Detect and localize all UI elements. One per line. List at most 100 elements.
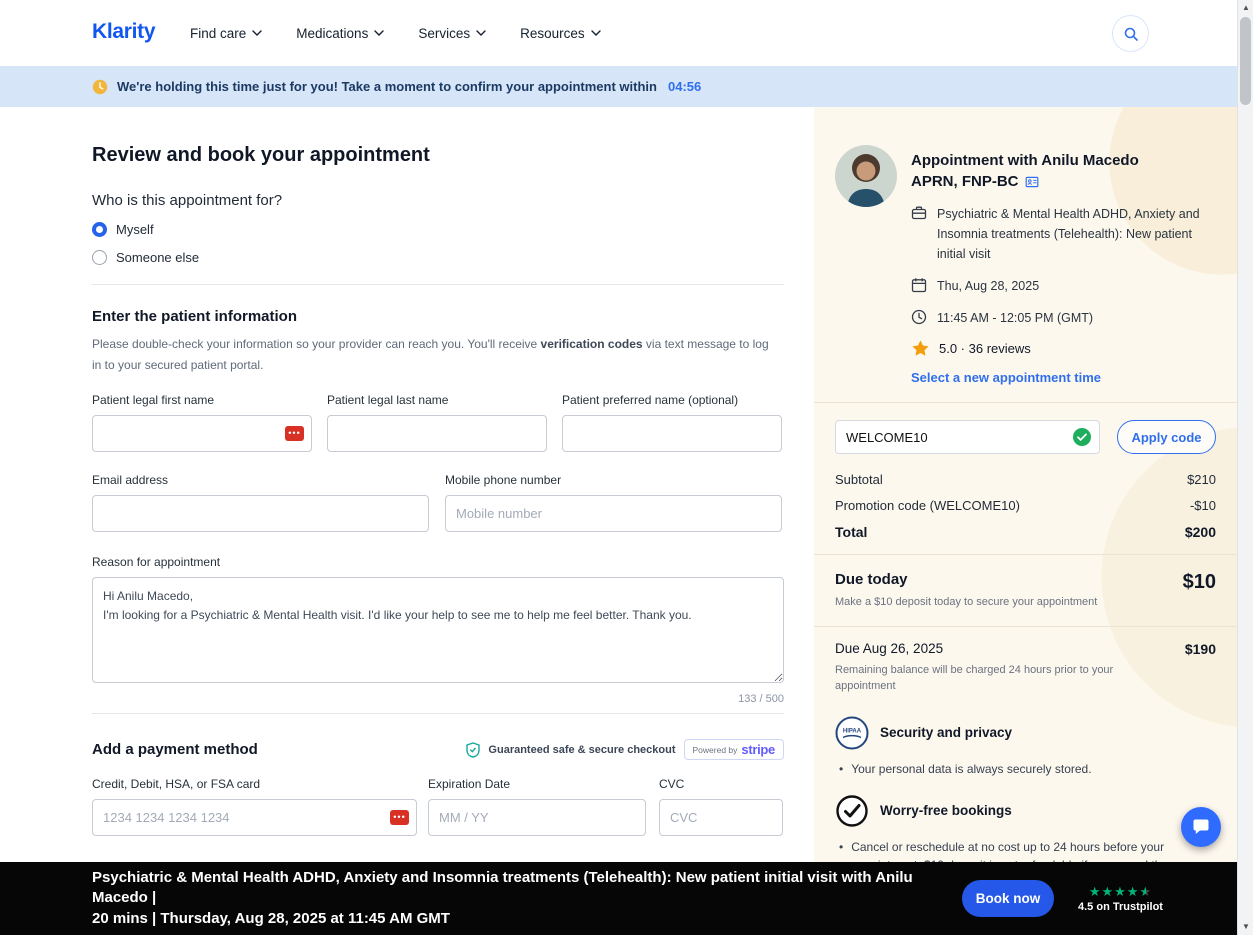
total-value: $200	[1184, 524, 1216, 540]
cvc-input[interactable]	[659, 799, 783, 836]
nav-item-services[interactable]: Services	[418, 26, 486, 41]
banner-countdown: 04:56	[667, 79, 702, 94]
email-input[interactable]	[92, 495, 429, 532]
apply-code-button[interactable]: Apply code	[1117, 420, 1216, 454]
sidebar-divider	[814, 625, 1237, 627]
provider-photo	[835, 145, 897, 207]
appointment-title: Appointment with Anilu Macedo APRN, FNP-…	[911, 150, 1216, 192]
price-breakdown: Subtotal $210 Promotion code (WELCOME10)…	[835, 472, 1216, 540]
chevron-down-icon	[476, 30, 486, 36]
footer-summary-line2: 20 mins | Thursday, Aug 28, 2025 at 11:4…	[92, 909, 450, 927]
due-today-note: Make a $10 deposit today to secure your …	[835, 596, 1098, 608]
password-manager-extension-icon[interactable]: •••	[285, 426, 304, 441]
worry-free-bullet-1: • Cancel or reschedule at no cost up to …	[835, 838, 1216, 862]
date-row: Thu, Aug 28, 2025	[911, 276, 1216, 296]
briefcase-icon	[911, 206, 927, 220]
radio-unselected-icon[interactable]	[92, 250, 107, 265]
promo-valid-check-icon	[1073, 428, 1091, 446]
hold-timer-banner: We're holding this time just for you! Ta…	[0, 66, 1253, 107]
bullet-dot: •	[839, 839, 844, 854]
security-bullet-text: Your personal data is always securely st…	[851, 761, 1092, 776]
stripe-badge: Powered by stripe	[683, 739, 784, 760]
worry-free-bullet-text: Cancel or reschedule at no cost up to 24…	[851, 839, 1168, 862]
due-today-block: Due today Make a $10 deposit today to se…	[835, 571, 1216, 611]
last-name-label: Patient legal last name	[327, 393, 449, 407]
rating-text: 5.0 · 36 reviews	[939, 341, 1031, 356]
security-privacy-section: HIPAA Security and privacy • Your person…	[835, 716, 1216, 778]
expiry-label: Expiration Date	[428, 777, 511, 791]
scrollbar-thumb[interactable]	[1240, 17, 1251, 105]
nav-item-find-care[interactable]: Find care	[190, 26, 262, 41]
nav-label: Find care	[190, 25, 247, 41]
secure-checkout-badge: Guaranteed safe & secure checkout Powere…	[466, 739, 784, 760]
phone-input[interactable]	[445, 495, 782, 532]
book-now-button[interactable]: Book now	[962, 880, 1054, 917]
chat-launcher-button[interactable]	[1181, 807, 1221, 847]
expiry-input[interactable]	[428, 799, 646, 836]
klarity-logo[interactable]: Klarity	[92, 20, 156, 44]
shield-icon	[466, 741, 481, 758]
stripe-prefix: Powered by	[692, 744, 738, 755]
chevron-down-icon	[252, 30, 262, 36]
search-button[interactable]	[1112, 15, 1149, 52]
page-scrollbar[interactable]: ▲ ▼	[1237, 0, 1253, 935]
radio-label: Someone else	[116, 250, 200, 265]
promo-discount-label: Promotion code (WELCOME10)	[835, 498, 1020, 513]
who-for-heading: Who is this appointment for?	[92, 192, 283, 209]
nav-label: Services	[418, 25, 471, 41]
reason-label: Reason for appointment	[92, 555, 221, 569]
hipaa-badge-icon: HIPAA	[835, 716, 869, 750]
nav-item-medications[interactable]: Medications	[296, 26, 385, 41]
section-divider	[92, 284, 784, 285]
security-bullet: • Your personal data is always securely …	[835, 760, 1216, 778]
section-divider	[92, 713, 784, 714]
appointment-summary-panel: Appointment with Anilu Macedo APRN, FNP-…	[814, 107, 1237, 862]
id-badge-icon	[1025, 176, 1038, 187]
card-number-input[interactable]	[92, 799, 417, 836]
radio-selected-icon[interactable]	[92, 222, 107, 237]
trustpilot-text: 4.5 on Trustpilot	[1078, 900, 1163, 913]
nav-item-resources[interactable]: Resources	[520, 26, 601, 41]
security-heading: Security and privacy	[880, 725, 1013, 741]
cvc-label: CVC	[659, 777, 685, 791]
footer-summary: Psychiatric & Mental Health ADHD, Anxiet…	[92, 868, 944, 929]
star-icon	[912, 340, 929, 356]
trustpilot-rating: ★★★★★ 4.5 on Trustpilot	[1078, 885, 1163, 913]
chevron-down-icon	[374, 30, 385, 36]
promo-code-input[interactable]	[835, 420, 1100, 454]
email-label: Email address	[92, 473, 169, 487]
scrollbar-up-arrow[interactable]: ▲	[1238, 0, 1253, 16]
total-label: Total	[835, 524, 868, 540]
date-text: Thu, Aug 28, 2025	[937, 279, 1040, 293]
reason-textarea[interactable]: Hi Anilu Macedo, I'm looking for a Psych…	[92, 577, 784, 683]
search-icon	[1124, 27, 1138, 41]
radio-option-myself[interactable]: Myself	[92, 222, 784, 237]
time-row: 11:45 AM - 12:05 PM (GMT)	[911, 308, 1216, 328]
desc-text: Please double-check your information so …	[92, 337, 541, 351]
select-new-time-link[interactable]: Select a new appointment time	[911, 370, 1216, 385]
appointment-title-line1: Appointment with Anilu Macedo	[911, 152, 1139, 169]
time-text: 11:45 AM - 12:05 PM (GMT)	[937, 311, 1094, 325]
first-name-label: Patient legal first name	[92, 393, 215, 407]
stripe-logo: stripe	[741, 742, 775, 757]
page-title: Review and book your appointment	[92, 144, 430, 166]
clock-icon	[911, 309, 927, 325]
service-row: Psychiatric & Mental Health ADHD, Anxiet…	[911, 204, 1216, 264]
password-manager-extension-icon[interactable]: •••	[390, 810, 409, 825]
subtotal-row: Subtotal $210	[835, 472, 1216, 487]
total-row: Total $200	[835, 524, 1216, 540]
subtotal-value: $210	[1187, 472, 1216, 487]
card-number-label: Credit, Debit, HSA, or FSA card	[92, 777, 261, 791]
radio-option-someone-else[interactable]: Someone else	[92, 250, 784, 265]
secure-checkout-text: Guaranteed safe & secure checkout	[488, 743, 676, 756]
preferred-name-input[interactable]	[562, 415, 782, 452]
scrollbar-down-arrow[interactable]: ▼	[1238, 919, 1253, 935]
radio-label: Myself	[116, 222, 154, 237]
last-name-input[interactable]	[327, 415, 547, 452]
banner-text: We're holding this time just for you! Ta…	[117, 79, 657, 94]
service-text: Psychiatric & Mental Health ADHD, Anxiet…	[937, 207, 1200, 261]
first-name-input[interactable]	[92, 415, 312, 452]
booking-form: Review and book your appointment Who is …	[92, 107, 784, 836]
due-today-value: $10	[1182, 571, 1216, 593]
checkmark-badge-icon	[836, 795, 868, 827]
